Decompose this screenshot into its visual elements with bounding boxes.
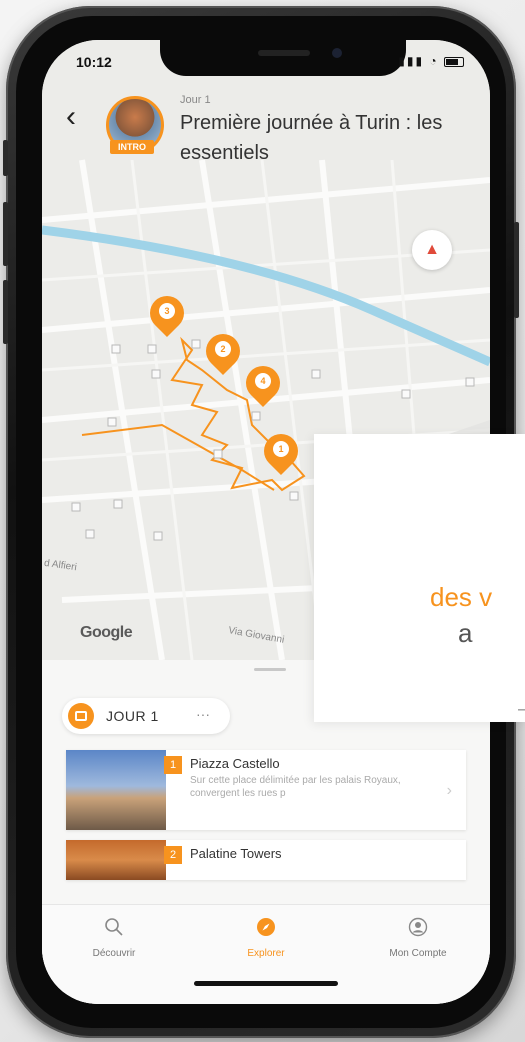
- map-pin[interactable]: 2: [198, 326, 248, 376]
- place-card[interactable]: 2 Palatine Towers: [66, 840, 466, 880]
- place-thumbnail: [66, 750, 166, 830]
- place-name: Palatine Towers: [190, 846, 282, 861]
- status-icons: ▮▮▮ ◔: [398, 54, 464, 68]
- signal-icon: ▮▮▮: [398, 54, 425, 68]
- more-icon[interactable]: ···: [196, 706, 210, 722]
- battery-icon: [444, 56, 464, 67]
- header: ‹ INTRO Jour 1 Première journée à Turin …: [42, 84, 490, 194]
- account-icon: [408, 917, 428, 937]
- place-number: 2: [164, 846, 182, 864]
- place-number: 1: [164, 756, 182, 774]
- overlay-dash: –: [518, 698, 525, 721]
- day-label: Jour 1: [180, 94, 211, 106]
- search-icon: [105, 918, 123, 936]
- compass-arrow-icon: ▲: [424, 241, 440, 258]
- overlay-text: a: [458, 618, 473, 648]
- pin-label: 4: [255, 373, 271, 389]
- pin-label: 2: [215, 341, 231, 357]
- day-selector-label: JOUR 1: [106, 708, 159, 724]
- speaker: [258, 50, 310, 56]
- home-indicator: [194, 981, 338, 986]
- notch: [160, 40, 406, 76]
- pin-label: 3: [159, 303, 175, 319]
- tab-label: Mon Compte: [389, 948, 447, 959]
- status-time: 10:12: [76, 54, 112, 70]
- chevron-left-icon: ‹: [66, 100, 76, 133]
- chevron-right-icon: ›: [446, 782, 452, 799]
- calendar-icon: [68, 703, 94, 729]
- map-pin[interactable]: 3: [142, 288, 192, 338]
- side-button-silent: [3, 140, 8, 176]
- pin-label: 1: [273, 441, 289, 457]
- place-card[interactable]: 1 Piazza Castello Sur cette place délimi…: [66, 750, 466, 830]
- compass-icon: [257, 918, 275, 936]
- place-thumbnail: [66, 840, 166, 880]
- promo-overlay-panel: des v a –: [314, 434, 525, 722]
- tab-decouvrir[interactable]: Découvrir: [54, 917, 174, 961]
- place-name: Piazza Castello: [190, 756, 280, 771]
- day-selector[interactable]: JOUR 1 ···: [62, 698, 230, 734]
- front-camera: [332, 48, 342, 58]
- intro-badge: INTRO: [110, 140, 154, 154]
- side-button-power: [514, 222, 519, 318]
- tab-label: Explorer: [247, 948, 285, 959]
- page-title: Première journée à Turin : les essentiel…: [180, 112, 443, 164]
- back-button[interactable]: ‹: [66, 102, 76, 132]
- map-pin[interactable]: 4: [238, 358, 288, 408]
- sheet-handle[interactable]: [254, 668, 286, 671]
- google-logo: Google: [80, 624, 133, 641]
- tab-label: Découvrir: [92, 948, 136, 959]
- place-description: Sur cette place délimitée par les palais…: [190, 775, 401, 799]
- compass-button[interactable]: ▲: [412, 230, 452, 270]
- side-button-volume-down: [3, 280, 8, 344]
- tab-bar: Découvrir Explorer Mon Compte: [42, 904, 490, 1004]
- tab-mon-compte[interactable]: Mon Compte: [358, 917, 478, 961]
- overlay-text-accent: des v: [430, 582, 493, 612]
- map-pin[interactable]: 1: [256, 426, 306, 476]
- tab-explorer[interactable]: Explorer: [206, 917, 326, 961]
- wifi-icon: ◔: [429, 54, 439, 68]
- side-button-volume-up: [3, 202, 8, 266]
